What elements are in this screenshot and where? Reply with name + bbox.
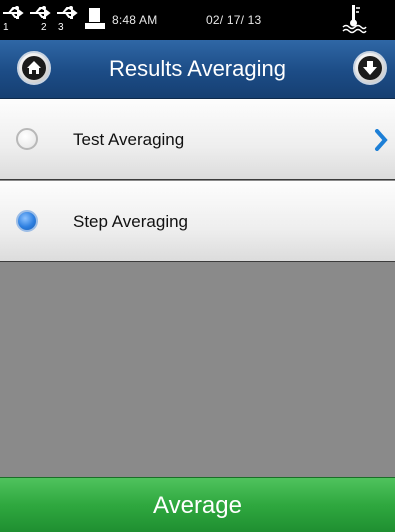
page-title: Results Averaging (109, 56, 286, 81)
status-time: 8:48 AM (112, 13, 158, 27)
option-test-averaging[interactable]: Test Averaging (0, 99, 395, 180)
chevron-right-icon[interactable] (374, 129, 388, 151)
radio-button-test-averaging[interactable] (16, 128, 38, 150)
usb-icon: 3 (56, 4, 80, 34)
average-button-label: Average (153, 492, 242, 519)
usb-port-number: 1 (3, 22, 9, 33)
home-button[interactable] (17, 51, 51, 85)
usb-icon: 1 (2, 4, 26, 34)
status-date: 02/ 17/ 13 (206, 13, 262, 27)
average-button[interactable]: Average (0, 477, 395, 532)
option-label: Step Averaging (73, 212, 188, 231)
printer-icon (84, 6, 106, 32)
down-arrow-icon (358, 56, 382, 80)
option-label: Test Averaging (73, 130, 185, 149)
usb-port-number: 2 (41, 22, 47, 33)
header-bar: Results Averaging (0, 40, 395, 99)
usb-icon: 2 (29, 4, 53, 34)
status-bar: 1 2 3 8:48 AM 02/ 17/ 13 (0, 0, 395, 40)
down-button[interactable] (353, 51, 387, 85)
radio-button-step-averaging[interactable] (16, 210, 38, 232)
thermometer-icon (340, 3, 368, 35)
option-step-averaging[interactable]: Step Averaging (0, 181, 395, 262)
usb-port-number: 3 (58, 22, 64, 33)
home-icon (22, 56, 46, 80)
